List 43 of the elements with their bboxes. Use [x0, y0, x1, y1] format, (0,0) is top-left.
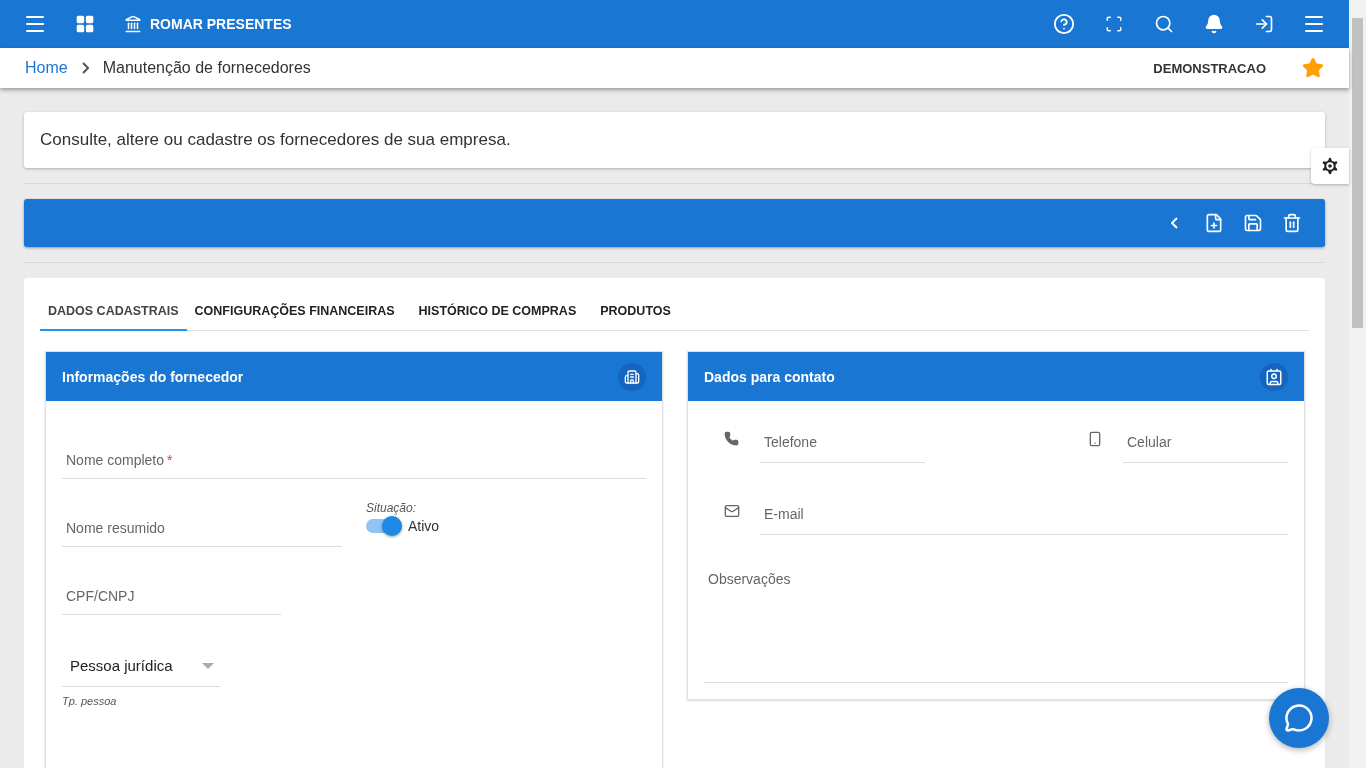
status-switch[interactable]	[366, 519, 402, 533]
home-link[interactable]: Home	[25, 59, 68, 77]
grid-icon	[75, 14, 95, 34]
star-icon[interactable]	[1302, 57, 1324, 79]
panel-title: Informações do fornecedor	[62, 368, 244, 385]
notes-field[interactable]: Observações	[704, 565, 1288, 683]
building-icon	[618, 362, 646, 391]
bank-icon	[124, 15, 142, 33]
person-type-select[interactable]: Pessoa jurídica	[62, 645, 220, 687]
panel-title: Dados para contato	[704, 368, 835, 385]
mobile-field[interactable]: Celular	[1123, 421, 1288, 463]
trash-icon	[1281, 213, 1302, 233]
mobile-phone-icon	[1087, 431, 1103, 447]
tab[interactable]: CONFIGURAÇÕES FINANCEIRAS	[186, 294, 403, 331]
status-text: Ativo	[408, 518, 440, 534]
fullscreen-icon	[1105, 15, 1123, 33]
tab[interactable]: HISTÓRICO DE COMPRAS	[410, 294, 585, 331]
email-field[interactable]: E-mail	[760, 493, 1288, 535]
person-type-hint: Tp. pessoa	[62, 695, 118, 707]
settings-icon	[1319, 155, 1341, 177]
exit-icon	[1254, 14, 1274, 34]
tab[interactable]: DADOS CADASTRAIS	[40, 294, 187, 331]
intro-text: Consulte, altere ou cadastre os fornecedores de sua empresa.	[24, 112, 1325, 168]
contact-card-icon	[1260, 362, 1288, 391]
phone-icon	[724, 431, 740, 446]
document-field[interactable]: CPF/CNPJ	[62, 577, 281, 615]
tab[interactable]: PRODUTOS	[592, 294, 679, 331]
phone-field[interactable]: Telefone	[760, 421, 925, 463]
mail-icon	[724, 503, 740, 519]
search-icon	[1154, 14, 1174, 34]
company-name: DEMONSTRACAO	[1153, 60, 1266, 76]
company-title: ROMAR PRESENTES	[150, 16, 292, 32]
chevron-right-icon	[81, 62, 89, 74]
status-label: Situação:	[366, 501, 418, 515]
breadcrumb-current: Manutenção de fornecedores	[102, 59, 311, 77]
chat-bubble-icon	[1284, 703, 1314, 733]
scrollbar[interactable]	[1349, 0, 1366, 768]
help-icon	[1053, 13, 1075, 35]
settings-button[interactable]	[1311, 148, 1349, 184]
full-name-field[interactable]: Nome completo *	[62, 441, 646, 479]
chevron-left-icon	[1171, 217, 1178, 229]
bell-icon	[1204, 14, 1224, 34]
short-name-field[interactable]: Nome resumido	[62, 509, 342, 547]
